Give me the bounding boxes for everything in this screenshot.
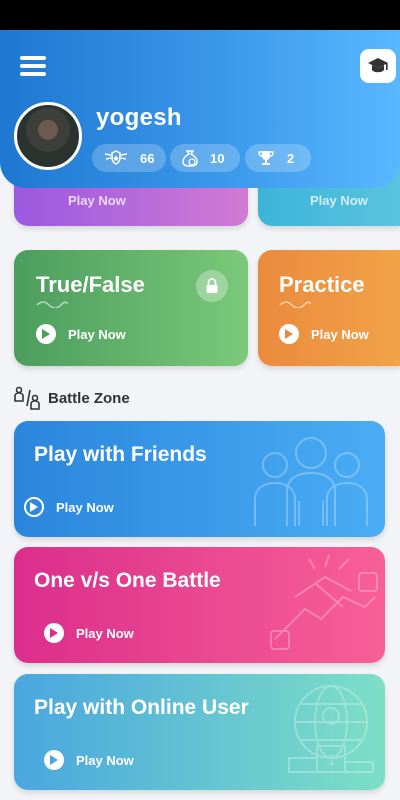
play-now-label: Play Now [310, 193, 368, 208]
play-now-label: Play Now [56, 499, 114, 515]
stat-trophies: 2 [245, 144, 311, 172]
hamburger-menu-icon[interactable] [20, 56, 46, 76]
play-now-label: Play Now [76, 625, 134, 641]
status-bar [0, 0, 400, 30]
trophy-count: 2 [287, 150, 295, 166]
play-now-label: Play Now [68, 193, 126, 208]
play-now-label: Play Now [311, 326, 369, 342]
battle-zone-icon [14, 386, 40, 410]
coin-count: 10 [210, 150, 225, 166]
practice-card[interactable]: Practice Play Now [258, 250, 400, 366]
true-false-card[interactable]: True/False Play Now [14, 250, 248, 366]
stat-coins: 10 [170, 144, 240, 172]
graduation-cap-button[interactable] [360, 49, 396, 83]
profile-header: yogesh 66 10 2 [0, 30, 400, 188]
badge-icon [104, 150, 128, 165]
section-title: Battle Zone [48, 389, 130, 407]
card-title: One v/s One Battle [34, 569, 221, 592]
play-now-button[interactable]: Play Now [44, 750, 134, 770]
handshake-icon [270, 554, 378, 650]
username: yogesh [96, 104, 182, 131]
play-icon [24, 497, 44, 517]
card-title: True/False [36, 272, 145, 297]
play-with-online-user-card[interactable]: 1 Play with Online User Play Now [14, 674, 385, 790]
play-icon [36, 324, 56, 344]
graduation-cap-icon [368, 58, 388, 73]
squiggle-decoration [279, 301, 311, 308]
play-icon [44, 750, 64, 770]
avatar[interactable] [14, 102, 82, 170]
play-with-friends-card[interactable]: Play with Friends Play Now [14, 421, 385, 537]
svg-text:1: 1 [327, 753, 336, 769]
card-title: Play with Friends [34, 443, 207, 466]
play-now-button[interactable]: Play Now [24, 497, 114, 517]
play-now-button[interactable]: Play Now [279, 324, 369, 344]
battle-zone-header: Battle Zone [14, 386, 130, 410]
stat-badge: 66 [92, 144, 166, 172]
badge-count: 66 [140, 150, 155, 166]
card-title: Play with Online User [34, 696, 249, 719]
play-now-button[interactable]: Play Now [44, 623, 134, 643]
globe-podium-icon: 1 [288, 685, 374, 773]
card-title: Practice [279, 272, 365, 297]
squiggle-decoration [36, 301, 68, 308]
play-now-label: Play Now [76, 752, 134, 768]
lock-icon [196, 270, 228, 302]
play-now-button[interactable]: Play Now [36, 324, 126, 344]
play-icon [279, 324, 299, 344]
one-vs-one-battle-card[interactable]: One v/s One Battle Play Now [14, 547, 385, 663]
friends-group-icon [254, 437, 368, 526]
play-now-label: Play Now [68, 326, 126, 342]
trophy-icon [258, 151, 274, 165]
play-icon [44, 623, 64, 643]
coin-bag-icon [182, 150, 198, 167]
